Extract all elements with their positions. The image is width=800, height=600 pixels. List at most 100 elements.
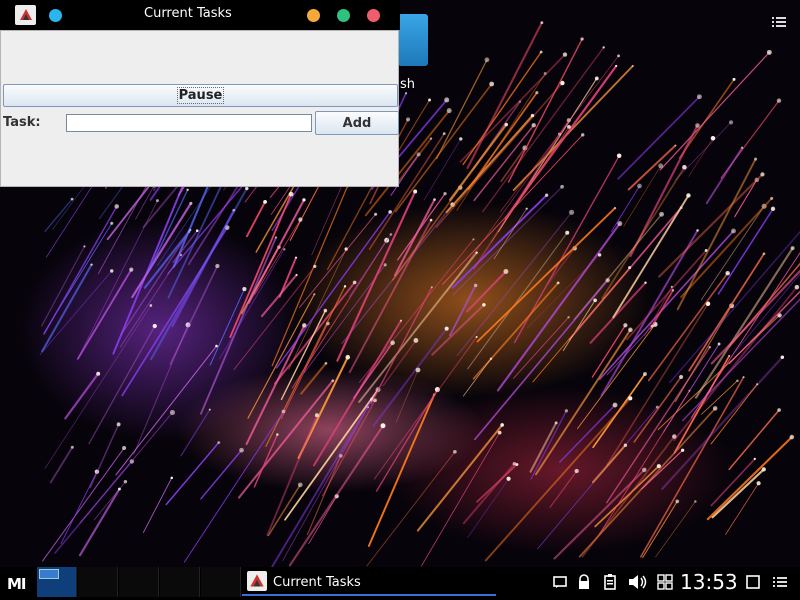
wallpaper-streak xyxy=(476,207,616,343)
workspace-5[interactable] xyxy=(201,567,241,597)
launcher-logo[interactable]: MI xyxy=(7,575,26,593)
wallpaper-streak xyxy=(353,341,394,399)
wallpaper-sparkle xyxy=(556,281,560,285)
desktop-menu-icon[interactable] xyxy=(772,13,786,27)
wallpaper-sparkle xyxy=(612,402,618,408)
wallpaper-sparkle xyxy=(239,447,244,453)
current-tasks-window: Pause Task: Add xyxy=(0,30,399,187)
show-desktop-icon[interactable] xyxy=(745,574,761,590)
wallpaper-streak xyxy=(688,137,714,177)
wallpaper-sparkle xyxy=(339,453,343,458)
chat-icon[interactable] xyxy=(552,574,568,590)
wallpaper-streak xyxy=(393,198,436,277)
wallpaper-streak xyxy=(644,286,673,336)
wallpaper-streak xyxy=(370,286,433,405)
add-button[interactable]: Add xyxy=(315,111,399,135)
grid-icon[interactable] xyxy=(656,574,674,590)
wallpaper-streak xyxy=(462,462,516,525)
wallpaper-sparkle xyxy=(766,49,772,55)
wallpaper-sparkle xyxy=(643,372,647,376)
wallpaper-streak xyxy=(146,189,189,275)
wallpaper-sparkle xyxy=(217,441,221,445)
wallpaper-sparkle xyxy=(564,409,569,413)
wallpaper-sparkle xyxy=(574,468,579,474)
wallpaper-streak xyxy=(640,376,745,558)
wallpaper-streak xyxy=(266,414,318,536)
task-label: Task: xyxy=(3,115,41,130)
wallpaper-sparkle xyxy=(756,383,759,386)
pause-button-label: Pause xyxy=(176,87,225,104)
taskbar-item-current-tasks[interactable]: Current Tasks xyxy=(242,567,496,597)
wallpaper-streak xyxy=(282,406,369,561)
clock[interactable]: 13:53 xyxy=(680,570,738,594)
wallpaper-sparkle xyxy=(484,57,490,63)
wallpaper-streak xyxy=(49,446,74,484)
volume-icon[interactable] xyxy=(628,574,648,590)
wallpaper-sparkle xyxy=(276,433,279,436)
wallpaper-sparkle xyxy=(617,220,623,227)
wallpaper-streak xyxy=(731,273,800,357)
clipboard-icon[interactable] xyxy=(602,574,618,590)
window-titlebar[interactable]: Current Tasks xyxy=(0,0,400,30)
wallpaper-sparkle xyxy=(754,157,758,161)
maximize-button[interactable] xyxy=(337,9,350,22)
task-input[interactable] xyxy=(66,114,312,132)
wallpaper-sparkle xyxy=(446,108,452,114)
workspace-3[interactable] xyxy=(119,567,159,597)
wallpaper-sparkle xyxy=(313,264,317,269)
sticky-button[interactable] xyxy=(49,9,62,22)
wallpaper-sparkle xyxy=(295,273,298,276)
wallpaper-sparkle xyxy=(681,448,685,452)
workspace-4[interactable] xyxy=(160,567,200,597)
wallpaper-sparkle xyxy=(580,37,584,41)
wallpaper-sparkle xyxy=(597,253,602,257)
wallpaper-sparkle xyxy=(780,355,785,359)
taskbar-item-label: Current Tasks xyxy=(273,575,361,590)
wallpaper-streak xyxy=(659,51,770,171)
wallpaper-sparkle xyxy=(776,98,782,103)
wallpaper-streak xyxy=(43,205,118,335)
wallpaper-sparkle xyxy=(497,430,502,435)
wallpaper-sparkle xyxy=(670,285,673,288)
wallpaper-streak xyxy=(592,444,627,484)
desktop-icon-label[interactable]: sh xyxy=(400,77,415,92)
wallpaper-sparkle xyxy=(562,52,568,57)
wallpaper-streak xyxy=(504,64,618,220)
wallpaper-sparkle xyxy=(770,206,776,212)
wallpaper-sparkle xyxy=(189,228,192,231)
wallpaper-sparkle xyxy=(429,137,433,140)
wallpaper-sparkle xyxy=(189,201,193,205)
workspace-2[interactable] xyxy=(78,567,118,597)
wallpaper-sparkle xyxy=(352,280,357,285)
wallpaper-streak xyxy=(449,284,477,337)
wallpaper-sparkle xyxy=(581,133,585,137)
desktop-folder-icon[interactable] xyxy=(398,14,428,66)
wallpaper-sparkle xyxy=(90,263,93,266)
wallpaper-sparkle xyxy=(473,283,478,288)
wallpaper-streak xyxy=(358,238,474,383)
close-button[interactable] xyxy=(367,9,380,22)
wallpaper-streak xyxy=(601,166,686,300)
wallpaper-streak xyxy=(642,500,678,559)
wallpaper-sparkle xyxy=(123,479,128,484)
wallpaper-sparkle xyxy=(628,396,633,401)
workspace-1[interactable] xyxy=(37,567,77,597)
lock-icon[interactable] xyxy=(576,574,592,590)
wallpaper-sparkle xyxy=(489,357,493,360)
wallpaper-streak xyxy=(496,222,621,392)
pause-button[interactable]: Pause xyxy=(3,84,398,107)
wallpaper-sparkle xyxy=(761,467,767,472)
minimize-button[interactable] xyxy=(307,9,320,22)
wallpaper-sparkle xyxy=(725,270,730,276)
taskbar-menu-icon[interactable] xyxy=(772,574,788,590)
wallpaper-sparkle xyxy=(741,146,744,149)
wallpaper-sparkle xyxy=(215,344,218,348)
active-indicator xyxy=(242,594,496,596)
wallpaper-sparkle xyxy=(195,229,199,233)
wallpaper-sparkle xyxy=(567,316,570,319)
wallpaper-sparkle xyxy=(631,64,634,67)
wallpaper-sparkle xyxy=(475,336,478,339)
wallpaper-sparkle xyxy=(696,94,702,100)
wallpaper-streak xyxy=(594,465,660,528)
wallpaper-streak xyxy=(535,328,632,476)
